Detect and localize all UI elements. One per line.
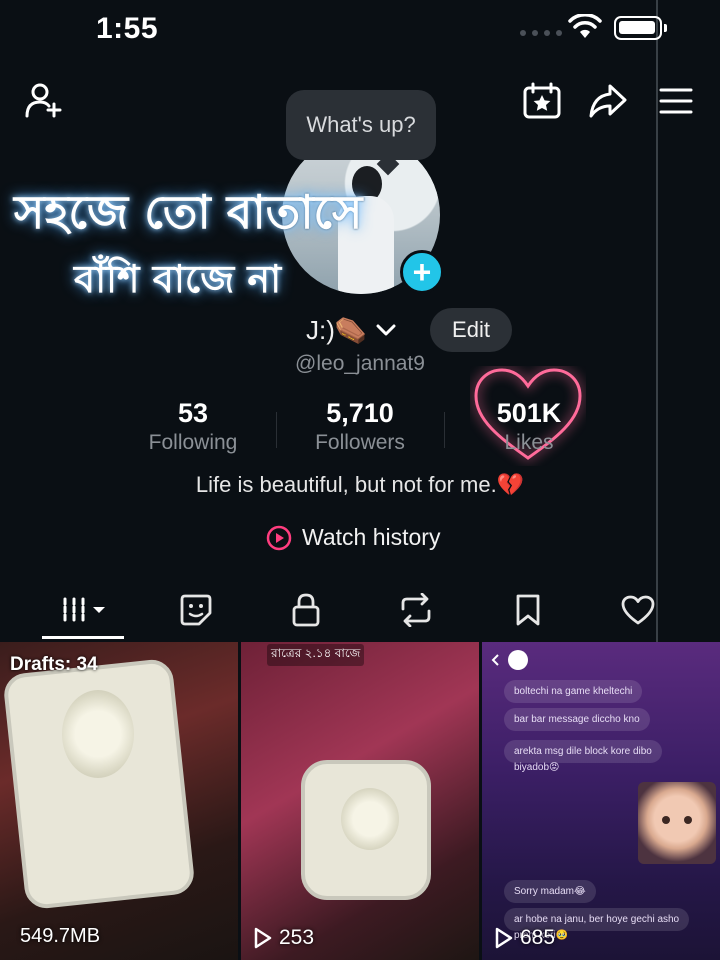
drafts-tile[interactable]: Drafts: 34 549.7MB [0, 642, 238, 960]
watch-history-button[interactable]: Watch history [266, 524, 440, 551]
play-circle-icon [266, 525, 292, 550]
battery-icon [614, 16, 662, 40]
video-views: 685 [494, 926, 555, 950]
calendar-star-icon[interactable] [522, 82, 562, 120]
chat-avatar [508, 650, 528, 670]
stat-label: Likes [504, 431, 554, 454]
add-story-button[interactable]: + [400, 250, 444, 294]
stat-divider [444, 412, 445, 448]
chat-message: biyadob😡 [514, 762, 560, 773]
video-views: 253 [253, 926, 314, 950]
stat-followers[interactable]: 5,710 Followers [300, 398, 420, 455]
chat-message: bar bar message diccho kno [504, 708, 650, 731]
sticker-icon [180, 594, 212, 626]
video-grid: Drafts: 34 549.7MB রাত্রের ২.১৪ বাজে 253… [0, 642, 720, 960]
view-count: 685 [520, 926, 556, 949]
watch-history-label: Watch history [302, 524, 441, 550]
stat-value: 5,710 [326, 398, 394, 428]
account-switcher[interactable]: J:)⚰️ [306, 312, 397, 348]
bookmark-icon [516, 594, 540, 626]
battery-nub [664, 24, 667, 32]
content-tabs [0, 582, 720, 640]
menu-icon[interactable] [658, 82, 694, 120]
stat-divider [276, 412, 277, 448]
play-icon [495, 927, 513, 949]
heart-outline-icon [621, 595, 655, 625]
profile-bio: Life is beautiful, but not for me.💔 [195, 472, 525, 497]
saved-tab[interactable] [508, 590, 548, 630]
stat-value: 53 [177, 398, 209, 428]
video-thumbnail-shape [62, 690, 134, 778]
stat-label: Following [148, 431, 238, 454]
status-bar: 1:55 [0, 0, 720, 60]
stat-label: Followers [315, 431, 405, 454]
repost-icon [401, 593, 431, 627]
overlay-text-line1: সহজে তো বাতাসে [14, 185, 363, 239]
status-bubble[interactable]: What's up? [286, 90, 436, 160]
reposts-tab[interactable] [396, 590, 436, 630]
video-tile[interactable]: রাত্রের ২.১৪ বাজে 253 [241, 642, 479, 960]
share-icon[interactable] [588, 82, 628, 120]
videos-tab[interactable] [54, 590, 114, 630]
edit-profile-button[interactable]: Edit [430, 308, 512, 352]
lock-icon [292, 593, 320, 627]
play-icon [254, 927, 272, 949]
back-chevron-icon [491, 654, 499, 666]
stat-likes[interactable]: 501K Likes [474, 398, 584, 455]
video-thumbnail-shape [341, 788, 399, 850]
profile-name: J:)⚰️ [306, 314, 368, 345]
chat-header [490, 650, 528, 670]
chat-message: boltechi na game kheltechi [504, 680, 643, 703]
signal-dots [520, 30, 562, 36]
active-tab-indicator [42, 636, 124, 639]
overlay-text-line2: বাঁশি বাজে না [74, 257, 282, 301]
video-caption: রাত্রের ২.১৪ বাজে [267, 644, 365, 666]
chat-photo [638, 782, 716, 864]
chat-message: Sorry madam😂 [504, 880, 596, 903]
favorites-tab[interactable] [176, 590, 216, 630]
view-count: 253 [279, 926, 315, 949]
grid-bars-icon [63, 597, 105, 623]
stat-following[interactable]: 53 Following [138, 398, 248, 455]
add-friend-icon[interactable] [24, 82, 66, 120]
private-tab[interactable] [286, 590, 326, 630]
drafts-size: 549.7MB [20, 925, 101, 947]
stat-value: 501K [496, 398, 562, 428]
video-tile[interactable]: boltechi na game kheltechi bar bar messa… [482, 642, 720, 960]
status-time: 1:55 [96, 12, 159, 45]
liked-tab[interactable] [618, 590, 658, 630]
chevron-down-icon [376, 324, 396, 336]
drafts-count: Drafts: 34 [10, 654, 98, 675]
wifi-icon [568, 14, 602, 38]
profile-handle: @leo_jannat9 [295, 352, 425, 375]
